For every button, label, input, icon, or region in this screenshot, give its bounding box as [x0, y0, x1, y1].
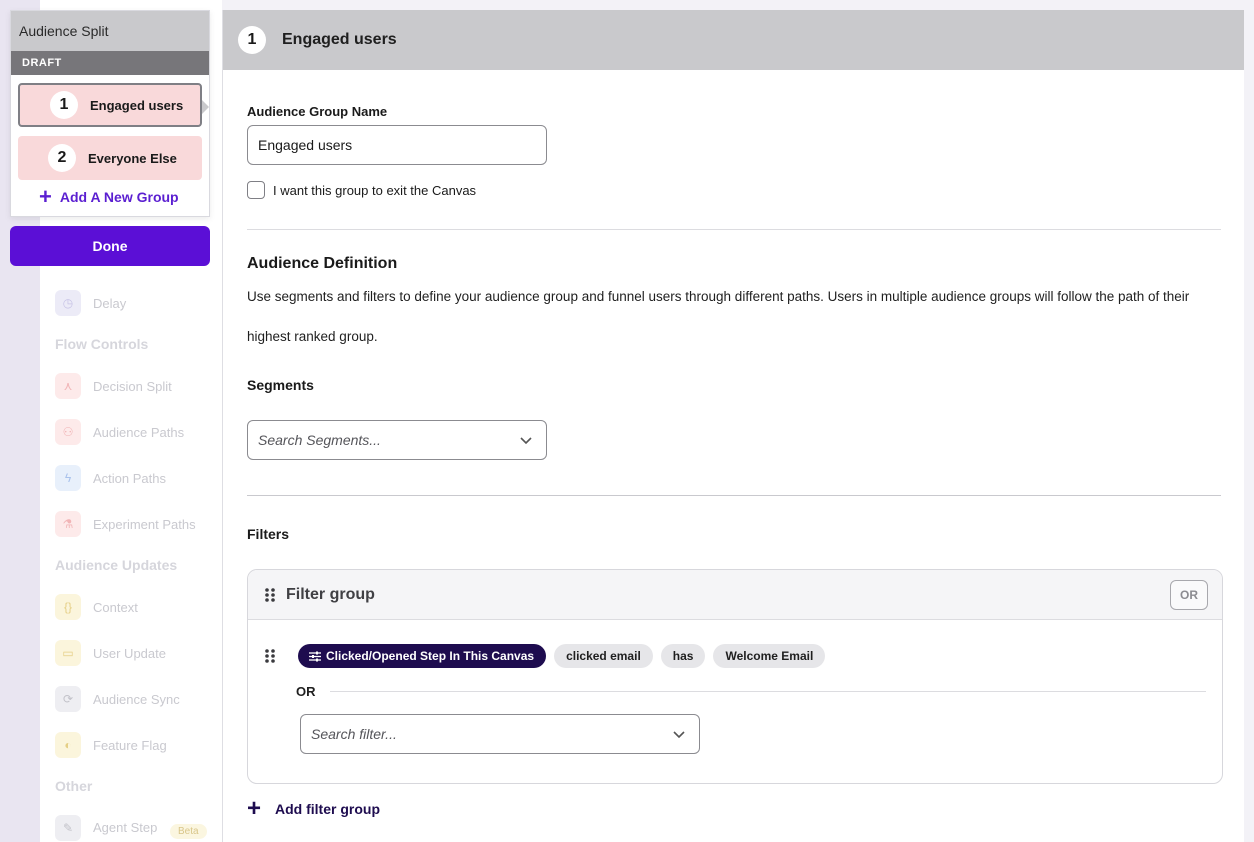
divider	[247, 495, 1221, 496]
component-agent-step[interactable]: ✎ Agent Step	[55, 815, 165, 841]
filters-label: Filters	[247, 526, 290, 542]
filter-row: Clicked/Opened Step In This Canvas click…	[264, 644, 826, 668]
group-engaged-users[interactable]: 1 Engaged users	[18, 83, 209, 127]
plus-icon: +	[39, 184, 52, 209]
group-label: Everyone Else	[88, 150, 177, 166]
add-filter-group-button[interactable]: + Add filter group	[247, 795, 380, 822]
filter-value-pill[interactable]: Welcome Email	[713, 644, 826, 668]
braces-icon: {}	[55, 594, 81, 620]
exit-canvas-checkbox[interactable]	[247, 181, 265, 199]
beta-badge: Beta	[170, 824, 207, 839]
drag-handle-icon[interactable]	[264, 587, 276, 603]
component-user-update[interactable]: ▭ User Update	[55, 640, 166, 666]
divider	[247, 229, 1221, 230]
group-everyone-else[interactable]: 2 Everyone Else	[18, 136, 202, 180]
draft-status: DRAFT	[11, 51, 209, 75]
filter-search-placeholder: Search filter...	[311, 726, 397, 742]
card-icon: ▭	[55, 640, 81, 666]
section-audience-updates: Audience Updates	[55, 557, 178, 573]
filter-sliders-icon	[309, 651, 321, 661]
group-number: 2	[48, 144, 76, 172]
exit-canvas-row: I want this group to exit the Canvas	[247, 181, 476, 199]
component-decision-split[interactable]: ⋏ Decision Split	[55, 373, 172, 399]
or-separator: OR	[296, 684, 1206, 699]
component-action-paths[interactable]: ϟ Action Paths	[55, 465, 166, 491]
section-other: Other	[55, 778, 93, 794]
sync-icon: ⟳	[55, 686, 81, 712]
or-divider-line	[329, 691, 1206, 692]
chevron-down-icon	[520, 437, 532, 445]
filter-search-select[interactable]: Search filter...	[300, 714, 700, 754]
audience-definition-title: Audience Definition	[247, 255, 398, 272]
component-delay[interactable]: ◷ Delay	[55, 290, 126, 316]
drag-handle-icon[interactable]	[264, 648, 276, 664]
group-label: Engaged users	[90, 97, 184, 113]
flask-icon: ⚗	[55, 511, 81, 537]
wand-icon: ✎	[55, 815, 81, 841]
audience-definition-text: Use segments and filters to define your …	[247, 289, 1190, 344]
group-name-input[interactable]	[247, 125, 547, 165]
plus-icon: +	[247, 795, 262, 822]
component-experiment-paths[interactable]: ⚗ Experiment Paths	[55, 511, 196, 537]
group-editor-panel: 1 Engaged users Audience Group Name I wa…	[222, 10, 1244, 842]
component-context[interactable]: {} Context	[55, 594, 138, 620]
selected-arrow-icon	[202, 100, 209, 114]
component-audience-sync[interactable]: ⟳ Audience Sync	[55, 686, 180, 712]
add-group-button[interactable]: + Add A New Group	[39, 184, 179, 209]
filter-type-pill[interactable]: Clicked/Opened Step In This Canvas	[298, 644, 547, 668]
group-title: Engaged users	[282, 31, 397, 48]
filter-group: Filter group OR Clicked/Opened Step In T…	[247, 569, 1223, 784]
done-button[interactable]: Done	[10, 226, 210, 266]
component-feature-flag[interactable]: ◐ Feature Flag	[55, 732, 167, 758]
toggle-icon: ◐	[55, 732, 81, 758]
group-number: 1	[50, 91, 78, 119]
split-icon: ⋏	[55, 373, 81, 399]
clock-icon: ◷	[55, 290, 81, 316]
filter-group-title: Filter group	[286, 585, 375, 603]
filter-group-header: Filter group OR	[248, 570, 1222, 620]
segments-placeholder: Search Segments...	[258, 432, 381, 448]
group-number: 1	[238, 26, 266, 54]
lightning-icon: ϟ	[55, 465, 81, 491]
component-audience-paths[interactable]: ⚇ Audience Paths	[55, 419, 184, 445]
segments-label: Segments	[247, 377, 314, 393]
segments-select[interactable]: Search Segments...	[247, 420, 547, 460]
section-flow-controls: Flow Controls	[55, 336, 149, 352]
group-name-label: Audience Group Name	[247, 104, 388, 119]
split-title: Audience Split	[11, 11, 209, 51]
group-header: 1 Engaged users	[223, 10, 1244, 70]
chevron-down-icon	[673, 731, 685, 739]
filter-comparator-pill[interactable]: has	[660, 644, 706, 668]
exit-canvas-label: I want this group to exit the Canvas	[273, 182, 477, 198]
audience-split-panel: Audience Split DRAFT 1 Engaged users 2 E…	[10, 10, 210, 217]
people-icon: ⚇	[55, 419, 81, 445]
operator-toggle[interactable]: OR	[1170, 580, 1208, 610]
filter-action-pill[interactable]: clicked email	[554, 644, 653, 668]
